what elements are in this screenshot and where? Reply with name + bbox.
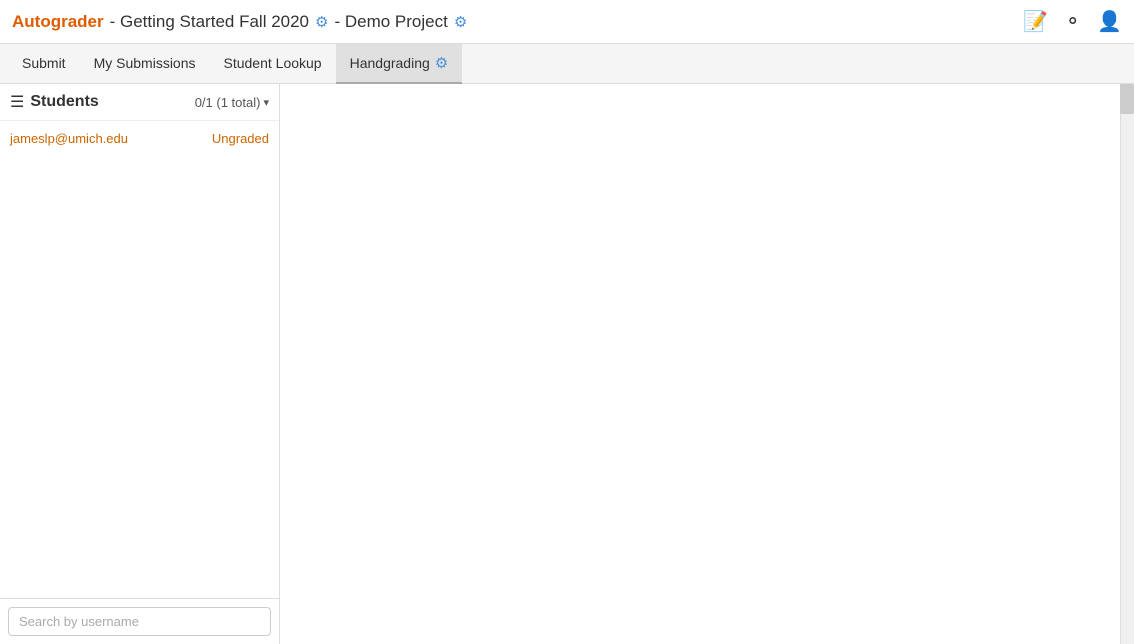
search-input[interactable]: [8, 607, 271, 636]
scrollbar-track: [1120, 84, 1134, 644]
header-right: 📝 ⚬ 👤: [1023, 9, 1122, 34]
nav-handgrading[interactable]: Handgrading ⚙: [336, 44, 463, 84]
student-email: jameslp@umich.edu: [10, 131, 128, 146]
nav-my-submissions[interactable]: My Submissions: [80, 44, 210, 84]
nav-student-lookup[interactable]: Student Lookup: [210, 44, 336, 84]
project-gear-icon[interactable]: ⚙: [454, 13, 467, 31]
sidebar-dropdown-arrow: ▾: [263, 96, 269, 109]
student-row[interactable]: jameslp@umich.edu Ungraded: [0, 125, 279, 152]
navbar: Submit My Submissions Student Lookup Han…: [0, 44, 1134, 84]
nav-handgrading-label: Handgrading: [350, 55, 430, 71]
nav-submit[interactable]: Submit: [8, 44, 80, 84]
hamburger-icon: ☰: [10, 92, 24, 112]
header-project: - Demo Project: [334, 12, 447, 32]
student-list: jameslp@umich.edu Ungraded: [0, 121, 279, 644]
sidebar: ☰ Students 0/1 (1 total) ▾ jameslp@umich…: [0, 84, 280, 644]
sidebar-title-area: ☰ Students: [10, 92, 99, 112]
sidebar-count[interactable]: 0/1 (1 total) ▾: [195, 95, 269, 110]
header-course: - Getting Started Fall 2020: [110, 12, 309, 32]
sidebar-count-text: 0/1 (1 total): [195, 95, 261, 110]
app-header: Autograder - Getting Started Fall 2020 ⚙…: [0, 0, 1134, 44]
course-gear-icon[interactable]: ⚙: [315, 13, 328, 31]
user-icon[interactable]: 👤: [1097, 9, 1122, 34]
main-content: [280, 84, 1134, 644]
github-icon[interactable]: ⚬: [1064, 9, 1081, 34]
scrollbar-thumb[interactable]: [1120, 84, 1134, 114]
main-layout: ☰ Students 0/1 (1 total) ▾ jameslp@umich…: [0, 84, 1134, 644]
app-name: Autograder: [12, 12, 104, 32]
header-left: Autograder - Getting Started Fall 2020 ⚙…: [12, 12, 467, 32]
sidebar-header: ☰ Students 0/1 (1 total) ▾: [0, 84, 279, 121]
student-status: Ungraded: [212, 131, 269, 146]
sidebar-search: [0, 598, 279, 644]
handgrading-gear-icon[interactable]: ⚙: [435, 54, 448, 72]
doc-icon[interactable]: 📝: [1023, 9, 1048, 34]
sidebar-title: Students: [30, 93, 98, 111]
